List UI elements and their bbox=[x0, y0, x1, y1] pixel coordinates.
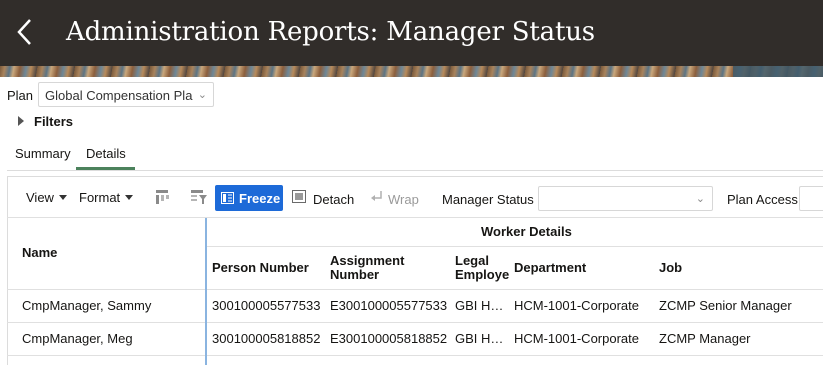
column-header-assignment-number[interactable]: Assignment Number bbox=[330, 254, 420, 282]
cell-legal-employer: GBI H… bbox=[455, 331, 504, 346]
view-menu-button[interactable]: View bbox=[26, 190, 67, 205]
caret-down-icon bbox=[125, 195, 134, 200]
format-menu-button[interactable]: Format bbox=[79, 190, 134, 205]
caret-down-icon bbox=[58, 195, 67, 200]
cell-person-number: 300100005577533 bbox=[212, 298, 321, 313]
wrap-icon bbox=[370, 190, 384, 207]
manager-status-select[interactable]: ⌄ bbox=[538, 186, 713, 211]
frozen-column-divider bbox=[205, 218, 207, 365]
header-banner-image bbox=[0, 66, 823, 77]
cell-legal-employer: GBI H… bbox=[455, 298, 504, 313]
column-header-name[interactable]: Name bbox=[22, 246, 57, 260]
cell-department: HCM-1001-Corporate bbox=[514, 298, 639, 313]
cell-department: HCM-1001-Corporate bbox=[514, 331, 639, 346]
page-title: Administration Reports: Manager Status bbox=[66, 17, 595, 47]
column-header-legal-employer[interactable]: Legal Employer bbox=[455, 254, 510, 284]
manager-status-label: Manager Status bbox=[442, 192, 534, 207]
column-header-job[interactable]: Job bbox=[659, 261, 682, 275]
column-header-department[interactable]: Department bbox=[514, 261, 586, 275]
wrap-label: Wrap bbox=[388, 192, 419, 207]
group-header-divider bbox=[207, 246, 823, 247]
detach-button[interactable]: Detach bbox=[292, 189, 354, 209]
filters-label: Filters bbox=[34, 114, 74, 129]
view-menu-label: View bbox=[26, 190, 54, 205]
row-divider bbox=[7, 355, 823, 356]
cell-job: ZCMP Senior Manager bbox=[659, 298, 792, 313]
page-header: Administration Reports: Manager Status bbox=[0, 0, 823, 66]
query-by-example-icon[interactable] bbox=[190, 189, 208, 210]
wrap-button[interactable]: Wrap bbox=[370, 189, 419, 208]
chevron-down-icon: ⌄ bbox=[197, 89, 207, 101]
detach-icon bbox=[292, 190, 307, 208]
cell-person-number: 300100005818852 bbox=[212, 331, 321, 346]
cell-name: CmpManager, Meg bbox=[22, 331, 133, 346]
tab-summary[interactable]: Summary bbox=[15, 146, 71, 161]
header-banner-image-right bbox=[733, 66, 823, 77]
plan-select-value: Global Compensation Plan bbox=[45, 88, 193, 103]
chevron-down-icon: ⌄ bbox=[695, 193, 705, 205]
cell-assignment-number: E300100005818852 bbox=[330, 331, 448, 346]
detach-label: Detach bbox=[313, 192, 355, 207]
cell-job: ZCMP Manager bbox=[659, 331, 751, 346]
tab-divider bbox=[7, 170, 823, 171]
filters-toggle[interactable]: Filters bbox=[18, 114, 73, 129]
expand-triangle-icon bbox=[18, 116, 24, 126]
format-menu-label: Format bbox=[79, 190, 121, 205]
cell-name: CmpManager, Sammy bbox=[22, 298, 152, 313]
plan-access-label: Plan Access bbox=[727, 192, 798, 207]
plan-label: Plan bbox=[7, 88, 34, 103]
cell-assignment-number: E300100005577533 bbox=[330, 298, 448, 313]
freeze-label: Freeze bbox=[239, 191, 281, 206]
freeze-button[interactable]: Freeze bbox=[215, 185, 283, 211]
columns-icon[interactable] bbox=[155, 189, 171, 210]
plan-access-select[interactable] bbox=[799, 186, 823, 211]
table-top-border bbox=[7, 217, 823, 218]
row-divider bbox=[7, 322, 823, 323]
back-icon[interactable] bbox=[10, 14, 40, 50]
column-header-person-number[interactable]: Person Number bbox=[212, 261, 309, 275]
plan-select[interactable]: Global Compensation Plan ⌄ bbox=[38, 82, 214, 107]
column-group-worker-details: Worker Details bbox=[481, 224, 572, 239]
header-bottom-border bbox=[7, 289, 823, 290]
tab-details[interactable]: Details bbox=[86, 146, 126, 161]
freeze-icon bbox=[221, 192, 234, 207]
